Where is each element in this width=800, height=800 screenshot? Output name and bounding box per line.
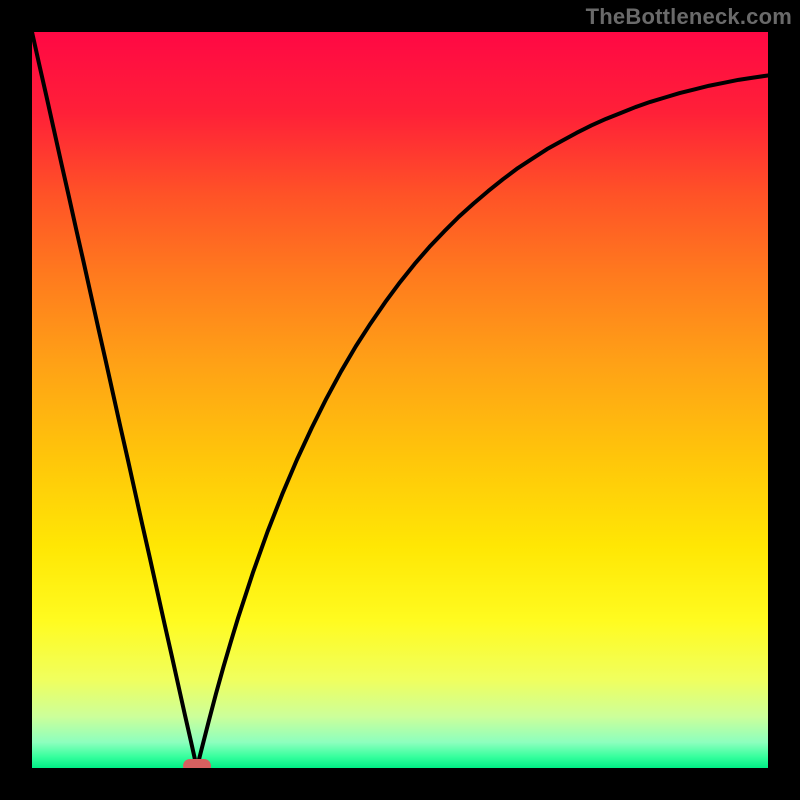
ideal-point-marker: [183, 759, 211, 768]
chart-frame: TheBottleneck.com: [0, 0, 800, 800]
attribution-text: TheBottleneck.com: [586, 4, 792, 30]
curve-svg: [32, 32, 768, 768]
plot-area: [32, 32, 768, 768]
bottleneck-curve-path: [32, 32, 768, 768]
